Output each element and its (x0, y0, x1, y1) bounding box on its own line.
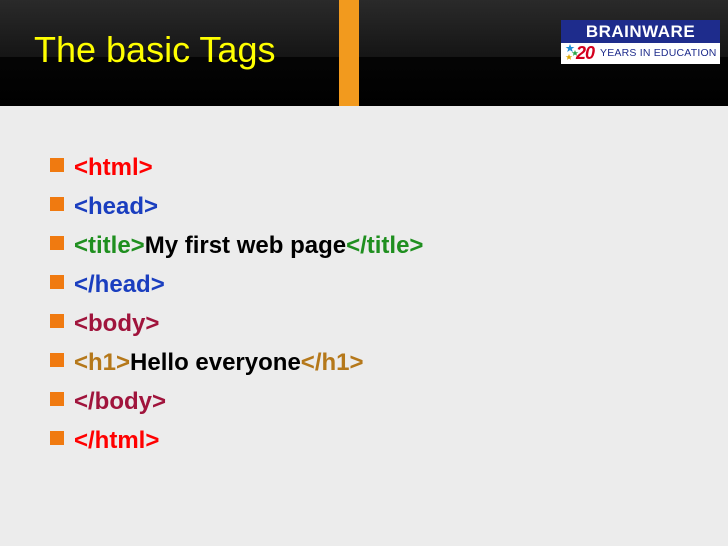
code-line: <html> (50, 148, 423, 187)
code-line: <title> My first web page </title> (50, 226, 423, 265)
square-bullet-icon (50, 430, 64, 445)
tag-open: <title> (74, 231, 145, 259)
tag-open: </body> (74, 387, 167, 415)
logo-banner: 20 YEARS IN EDUCATION (561, 43, 720, 64)
square-bullet-icon (50, 352, 64, 367)
code-line: </html> (50, 421, 423, 460)
tag-open: <html> (74, 153, 153, 181)
square-bullet-icon (50, 313, 64, 328)
code-tag-list: <html> <head> <title> My first web page </ti… (50, 148, 423, 460)
code-line: </head> (50, 265, 423, 304)
slide-header: The basic Tags BRAINWARE 20 YEARS IN EDU… (0, 0, 728, 106)
brainware-logo: BRAINWARE 20 YEARS IN EDUCATION (561, 20, 720, 64)
accent-bar (339, 0, 359, 106)
square-bullet-icon (50, 235, 64, 250)
code-line: </body> (50, 382, 423, 421)
square-bullet-icon (50, 196, 64, 211)
element-text: My first web page (144, 231, 347, 259)
square-bullet-icon (50, 274, 64, 289)
logo-number: 20 (576, 43, 595, 63)
element-text: Hello everyone (130, 348, 301, 376)
tag-close: </title> (346, 231, 424, 259)
tag-open: <h1> (74, 348, 131, 376)
code-line: <head> (50, 187, 423, 226)
tag-open: </head> (74, 270, 165, 298)
logo-tagline: YEARS IN EDUCATION (600, 47, 717, 59)
tag-close: </h1> (300, 348, 364, 376)
square-bullet-icon (50, 391, 64, 406)
tag-open: <head> (74, 192, 159, 220)
slide-title: The basic Tags (34, 29, 276, 70)
code-line: <body> (50, 304, 423, 343)
square-bullet-icon (50, 157, 64, 172)
tag-open: <body> (74, 309, 160, 337)
tag-open: </html> (74, 426, 160, 454)
code-line: <h1> Hello everyone </h1> (50, 343, 423, 382)
logo-brand: BRAINWARE (561, 20, 720, 43)
